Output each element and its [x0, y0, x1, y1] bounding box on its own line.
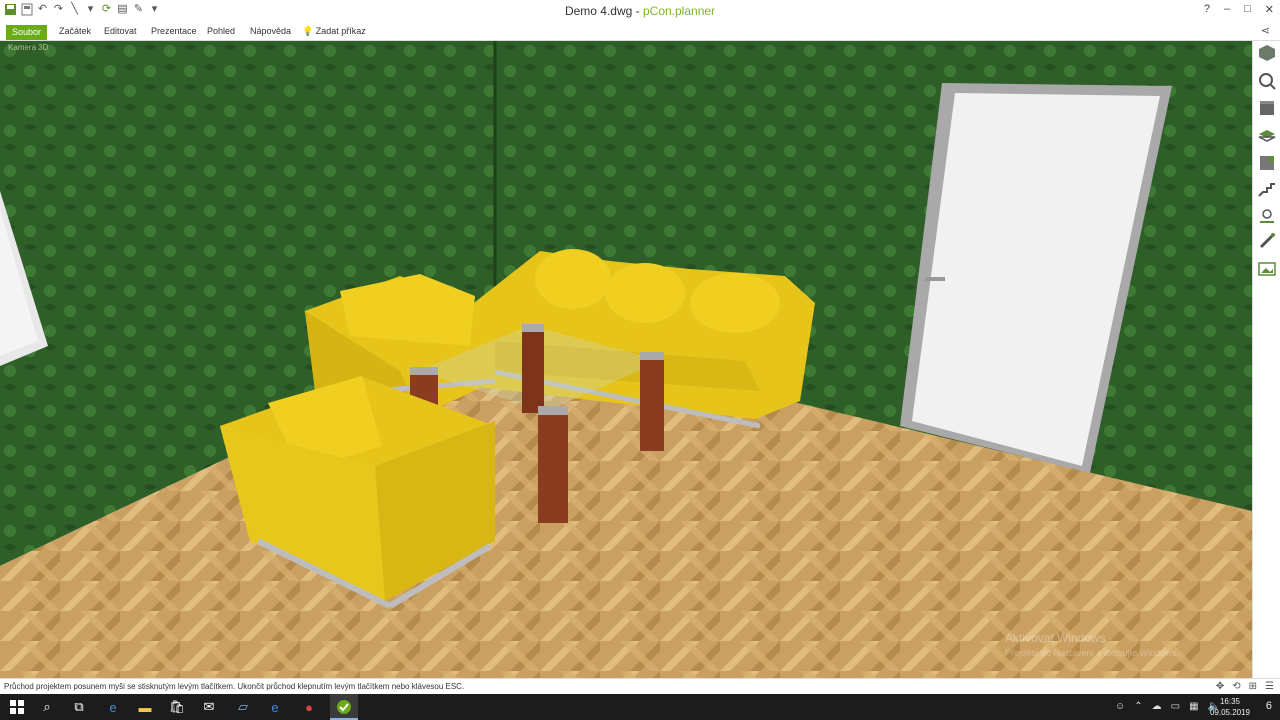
tab-prezentace[interactable]: Prezentace [151, 24, 197, 39]
edge-browser-icon[interactable]: e [104, 698, 122, 716]
material-brush-icon[interactable] [1257, 231, 1277, 251]
activation-watermark-sub: Přejděte do Nastavení a aktivujte Window… [1005, 648, 1179, 658]
system-tray: ☺ ⌃ ☁ ▭ ▦ 🔈 [1115, 701, 1220, 712]
lightbulb-icon: 💡 [302, 26, 314, 36]
notification-center-icon[interactable]: 6 [1266, 700, 1272, 712]
tab-editovat[interactable]: Editovat [104, 24, 137, 39]
maximize-button[interactable]: □ [1244, 3, 1251, 16]
3d-viewport[interactable]: Kamera 3D Aktivovat Windows Přejděte do … [0, 41, 1252, 678]
layers-icon[interactable] [1257, 126, 1277, 146]
cloud-icon[interactable]: ☁ [1152, 701, 1162, 712]
search-icon[interactable]: ⌕ [38, 698, 56, 716]
taskbar-clock[interactable]: 16:35 09.05.2019 [1210, 696, 1250, 718]
task-view-icon[interactable]: ⧉ [70, 698, 88, 716]
ribbon-tabs: Soubor Začátek Editovat Prezentace Pohle… [0, 22, 1280, 41]
view-label: Kamera 3D [8, 43, 49, 52]
notepad-icon[interactable]: ▱ [234, 698, 252, 716]
right-sidebar [1252, 41, 1280, 678]
clock-date: 09.05.2019 [1209, 708, 1250, 717]
article-box-icon[interactable] [1257, 98, 1277, 118]
battery-icon[interactable]: ▭ [1171, 701, 1180, 712]
command-label: Zadat příkaz [315, 26, 366, 36]
tab-napoveda[interactable]: Nápověda [250, 24, 291, 39]
tab-pohled[interactable]: Pohled [207, 24, 235, 39]
network-icon[interactable]: ▦ [1189, 701, 1198, 712]
mail-icon[interactable]: ✉ [200, 698, 218, 716]
tab-zacatek[interactable]: Začátek [59, 24, 91, 39]
activation-watermark: Aktivovat Windows [1005, 631, 1106, 645]
pcon-planner-taskbar-icon[interactable] [335, 698, 353, 716]
store-icon[interactable]: 🛍 [168, 698, 186, 716]
internet-explorer-icon[interactable]: e [266, 698, 284, 716]
document-title: Demo 4.dwg [564, 4, 633, 18]
file-explorer-icon[interactable]: ▬ [136, 698, 154, 716]
people-icon[interactable]: ☺ [1115, 701, 1125, 712]
app-name: pCon.planner [642, 4, 716, 18]
notification-count: 6 [1265, 700, 1272, 712]
tab-soubor[interactable]: Soubor [6, 25, 48, 40]
title-bar: ↶ ↷ ╲ ▾ ⟳ ▤ ✎ ▾ Demo 4.dwg - pCon.planne… [0, 0, 1280, 22]
command-search[interactable]: 💡 Zadat příkaz [302, 24, 366, 39]
share-icon[interactable]: ⋖ [1261, 24, 1270, 37]
move-view-icon[interactable]: ✥ [1216, 681, 1224, 692]
room-render [0, 41, 1252, 678]
window-controls: ? – □ ✕ [1204, 3, 1274, 16]
image-icon[interactable] [1257, 259, 1277, 279]
media-app-icon[interactable]: ● [300, 698, 318, 716]
menu-icon[interactable]: ☰ [1265, 681, 1274, 692]
window-title: Demo 4.dwg - pCon.planner [0, 4, 1280, 18]
stairs-icon[interactable] [1257, 179, 1277, 199]
clock-time: 16:35 [1219, 697, 1240, 706]
lighting-icon[interactable] [1257, 206, 1277, 226]
status-message: Průchod projektem posunem myši se stiskn… [4, 682, 465, 691]
status-icons: ✥ ⟲ ⊞ ☰ [1216, 681, 1274, 692]
properties-icon[interactable] [1257, 153, 1277, 173]
minimize-button[interactable]: – [1224, 3, 1230, 16]
close-button[interactable]: ✕ [1265, 3, 1274, 16]
title-separator: - [632, 4, 643, 18]
windows-start-icon[interactable] [8, 698, 26, 716]
windows-taskbar: ⌕ ⧉ e ▬ 🛍 ✉ ▱ e ● ☺ ⌃ ☁ ▭ ▦ 🔈 16:35 09.0… [0, 694, 1280, 720]
orbit-icon[interactable]: ⟲ [1232, 681, 1240, 692]
catalog-cube-icon[interactable] [1257, 43, 1277, 63]
online-search-icon[interactable] [1257, 71, 1277, 91]
grid-icon[interactable]: ⊞ [1249, 681, 1257, 692]
tray-chevron-icon[interactable]: ⌃ [1134, 701, 1142, 712]
help-button[interactable]: ? [1204, 3, 1210, 16]
status-bar: Průchod projektem posunem myši se stiskn… [0, 678, 1280, 695]
